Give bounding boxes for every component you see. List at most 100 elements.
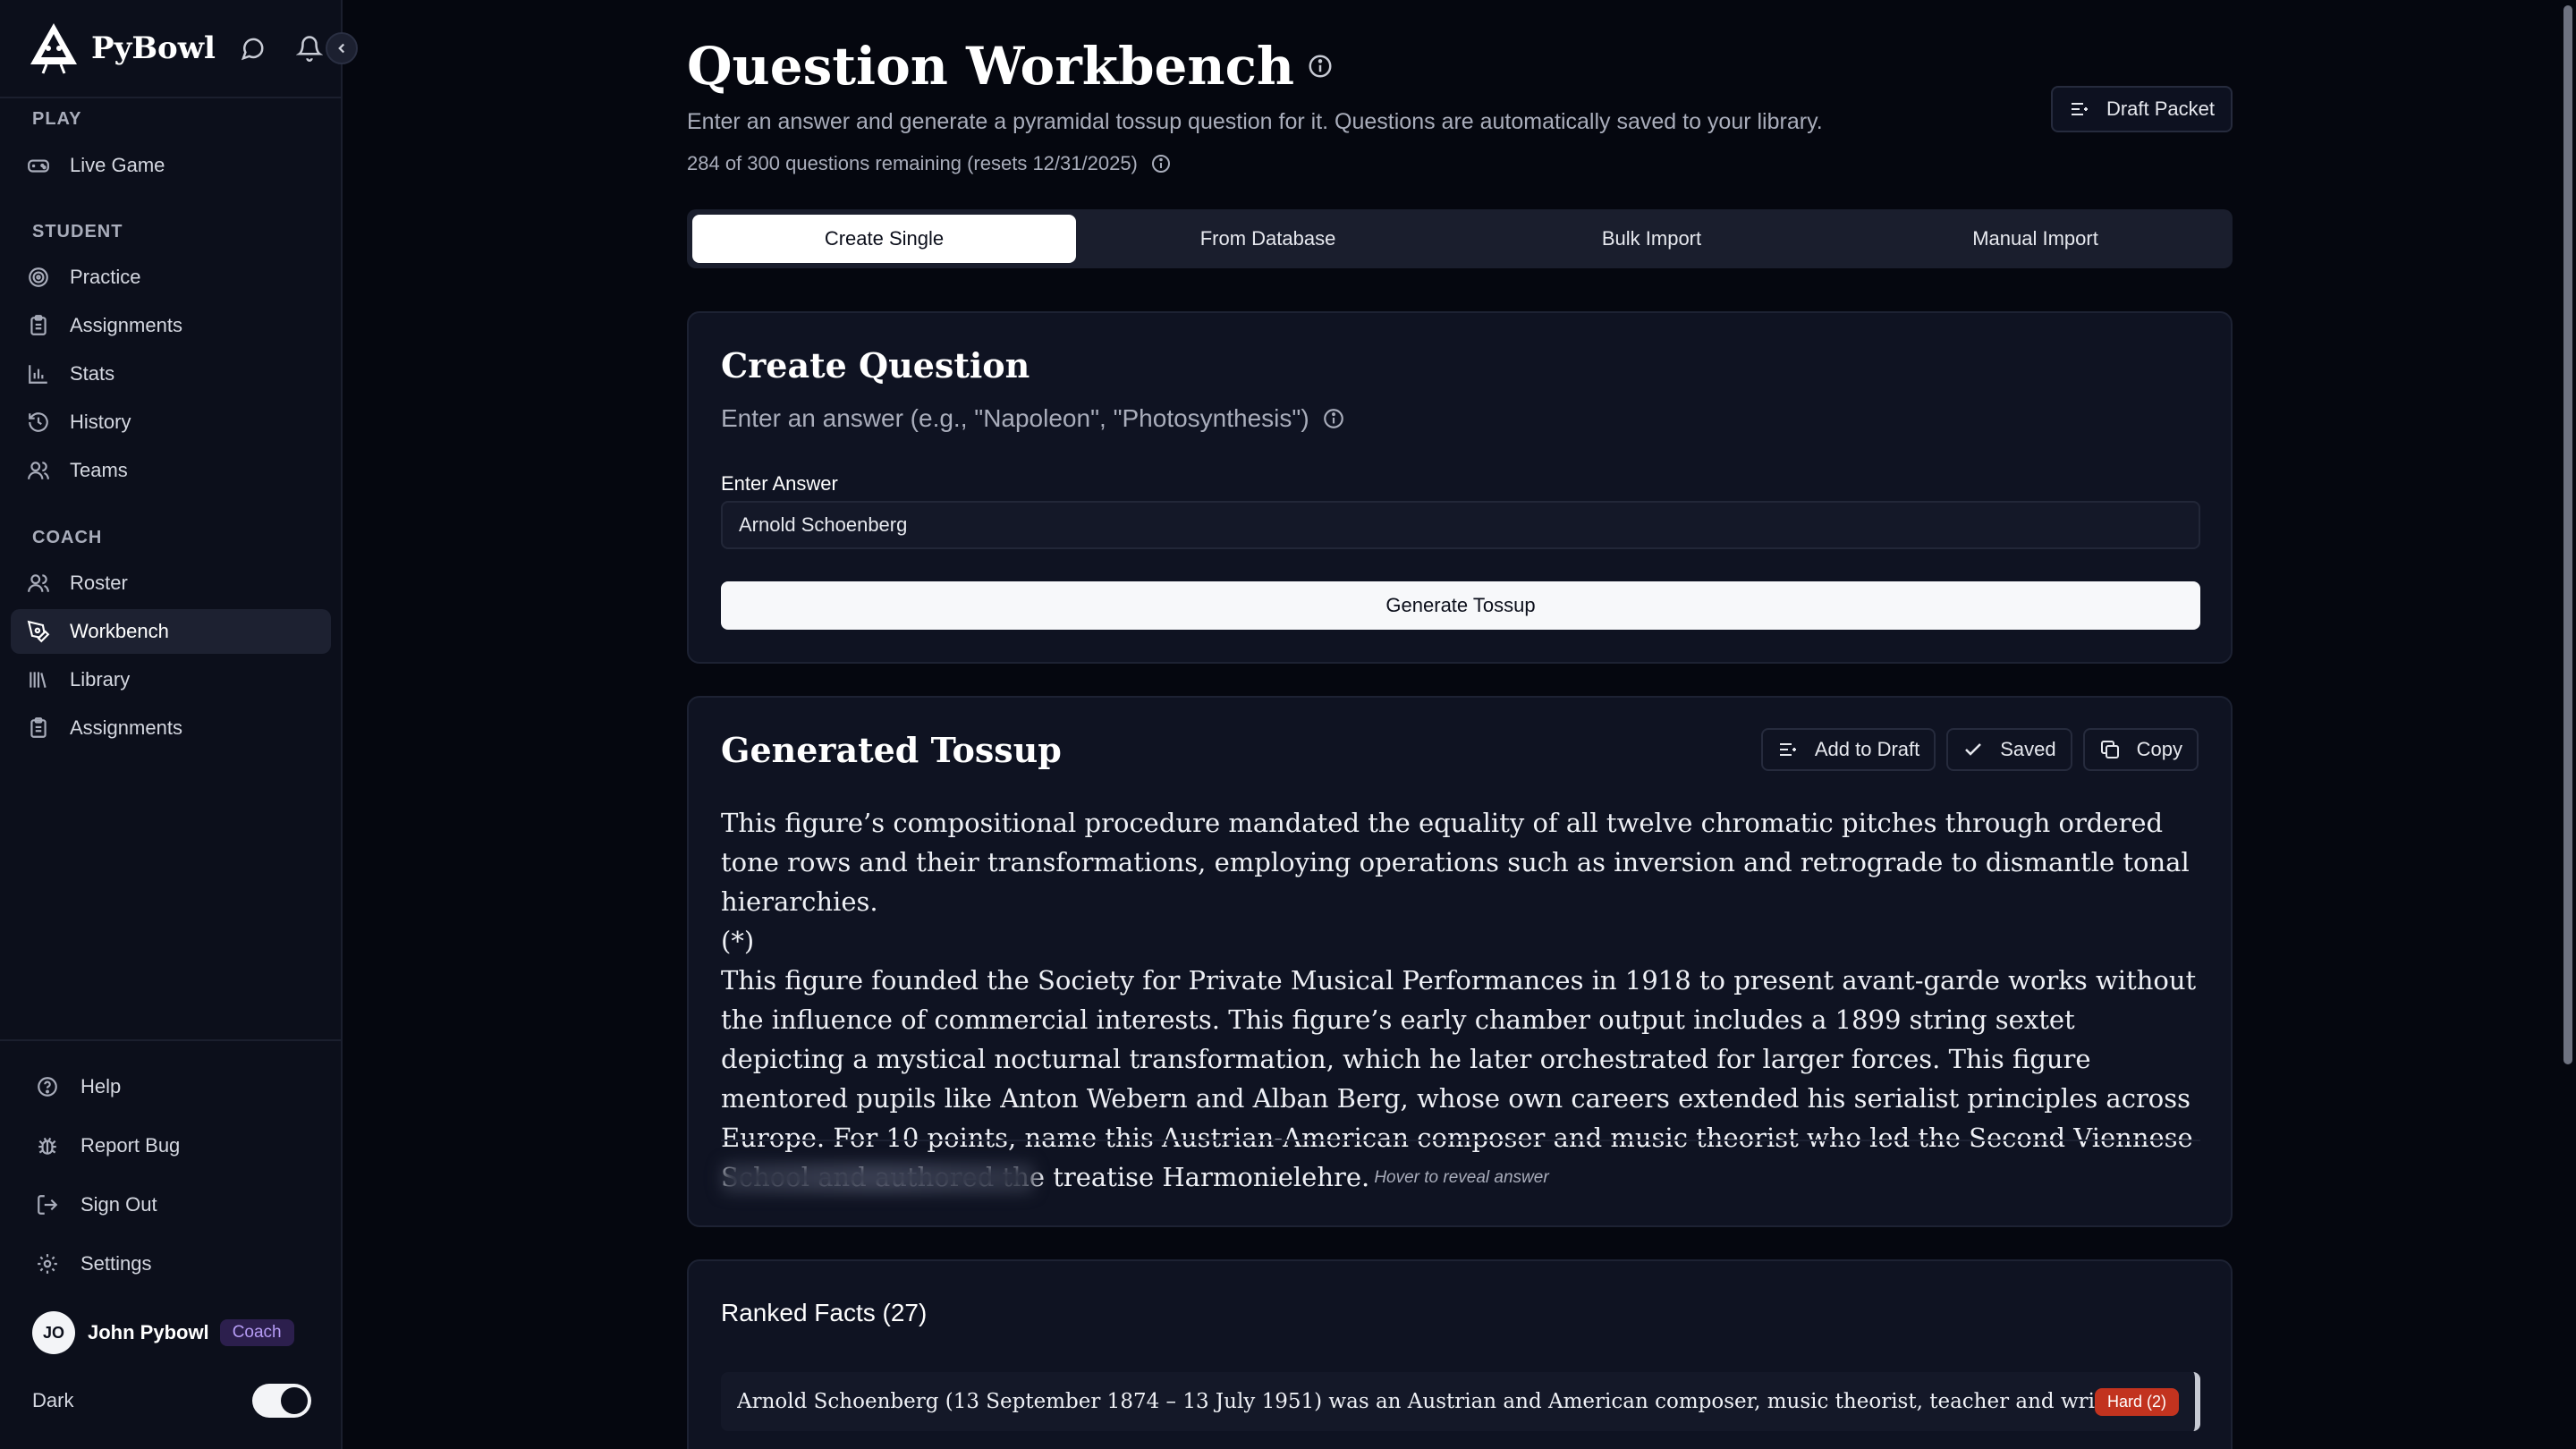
- page-title: Question Workbench: [687, 36, 1334, 97]
- brand: PyBowl: [25, 20, 329, 77]
- collapse-sidebar-button[interactable]: [326, 32, 358, 64]
- gear-icon: [38, 1254, 57, 1274]
- saved-button[interactable]: Saved: [1946, 728, 2072, 771]
- help-button[interactable]: Help: [21, 1064, 326, 1109]
- reveal-hint: Hover to reveal answer: [1374, 1168, 1549, 1187]
- section-label-student: STUDENT: [32, 222, 123, 242]
- sidebar-item-roster[interactable]: Roster: [11, 561, 331, 606]
- sidebar-item-history[interactable]: History: [11, 400, 331, 445]
- tossup-text: This figure’s compositional procedure ma…: [721, 803, 2200, 1197]
- help-label: Help: [80, 1075, 122, 1097]
- sidebar-item-workbench[interactable]: Workbench: [11, 609, 331, 654]
- section-label-play: PLAY: [32, 109, 82, 129]
- sidebar-item-teams[interactable]: Teams: [11, 448, 331, 493]
- sidebar-item-label: Roster: [70, 572, 128, 594]
- bar-chart-icon: [29, 365, 47, 384]
- tab-manual-import[interactable]: Manual Import: [1843, 215, 2227, 263]
- sidebar-divider: [0, 1039, 343, 1041]
- sidebar-item-label: Live Game: [70, 154, 165, 176]
- info-icon[interactable]: [1150, 153, 1172, 174]
- list-plus-icon: [2071, 103, 2088, 115]
- pybowl-logo-icon[interactable]: [25, 20, 82, 77]
- sidebar-item-assignments[interactable]: Assignments: [11, 303, 331, 348]
- generate-tossup-button[interactable]: Generate Tossup: [721, 581, 2200, 630]
- pen-tool-icon: [27, 620, 50, 643]
- target-icon: [29, 267, 48, 287]
- ranked-facts-card: Ranked Facts (27) Arnold Schoenberg (13 …: [687, 1259, 2233, 1449]
- theme-row: Dark: [32, 1383, 311, 1419]
- copy-label: Copy: [2136, 738, 2182, 760]
- draft-packet-button[interactable]: Draft Packet: [2050, 86, 2233, 132]
- settings-label: Settings: [80, 1252, 152, 1275]
- draft-packet-label: Draft Packet: [2106, 97, 2215, 120]
- settings-button[interactable]: Settings: [21, 1241, 326, 1286]
- gamepad-icon: [28, 159, 49, 173]
- sidebar-divider: [0, 97, 343, 98]
- sidebar-item-label: Workbench: [70, 620, 169, 642]
- page-title-text: Question Workbench: [687, 36, 1295, 97]
- tossup-power-part: This figure’s compositional procedure ma…: [721, 808, 2190, 917]
- power-mark: (*): [721, 926, 755, 956]
- sidebar-item-library[interactable]: Library: [11, 657, 331, 702]
- copy-button[interactable]: Copy: [2082, 728, 2199, 771]
- clipboard-icon: [30, 315, 47, 335]
- toggle-knob: [281, 1387, 308, 1414]
- quota-label: 284 of 300 questions remaining (resets 1…: [687, 152, 1138, 174]
- sidebar-item-label: Assignments: [70, 716, 182, 739]
- sidebar-item-practice[interactable]: Practice: [11, 255, 331, 300]
- chevron-left-icon: [338, 43, 345, 54]
- add-to-draft-button[interactable]: Add to Draft: [1760, 728, 1936, 771]
- ranked-facts-title: Ranked Facts (27): [721, 1299, 928, 1326]
- sidebar-item-live-game[interactable]: Live Game: [11, 143, 331, 188]
- tossup-actions: Add to Draft Saved Copy: [1760, 728, 2199, 771]
- answer-input[interactable]: [721, 501, 2200, 549]
- info-icon[interactable]: [1307, 53, 1334, 80]
- sidebar-item-label: Teams: [70, 459, 128, 481]
- sidebar-item-coach-assignments[interactable]: Assignments: [11, 706, 331, 750]
- bell-icon[interactable]: [295, 35, 323, 62]
- tab-from-database[interactable]: From Database: [1076, 215, 1460, 263]
- avatar: JO: [32, 1311, 75, 1354]
- sign-out-button[interactable]: Sign Out: [21, 1182, 326, 1227]
- create-question-card: Create Question Enter an answer (e.g., "…: [687, 311, 2233, 664]
- clipboard-icon: [30, 717, 47, 738]
- users-icon: [28, 574, 49, 592]
- bug-icon: [38, 1137, 56, 1155]
- add-to-draft-label: Add to Draft: [1814, 738, 1920, 760]
- brand-name: PyBowl: [91, 30, 216, 66]
- saved-label: Saved: [2000, 738, 2056, 760]
- sidebar: PyBowl PLAY Live Game STUDENT Practice A…: [0, 0, 343, 1449]
- section-label-coach: COACH: [32, 528, 103, 547]
- sidebar-item-label: Stats: [70, 362, 115, 385]
- tab-bulk-import[interactable]: Bulk Import: [1460, 215, 1843, 263]
- create-hint-text: Enter an answer (e.g., "Napoleon", "Phot…: [721, 404, 1309, 432]
- role-badge: Coach: [219, 1319, 294, 1346]
- tab-create-single[interactable]: Create Single: [692, 215, 1076, 263]
- help-circle-icon: [38, 1077, 57, 1097]
- chat-icon[interactable]: [239, 35, 266, 62]
- library-icon: [30, 672, 47, 688]
- user-profile[interactable]: JO John Pybowl Coach: [32, 1310, 294, 1355]
- fact-text: Arnold Schoenberg (13 September 1874 – 1…: [737, 1390, 2095, 1413]
- theme-label: Dark: [32, 1389, 74, 1411]
- tossup-rest: This figure founded the Society for Priv…: [721, 965, 2197, 1192]
- copy-icon: [2100, 741, 2119, 758]
- info-icon[interactable]: [1322, 407, 1345, 430]
- list-item[interactable]: Arnold Schoenberg (13 September 1874 – 1…: [721, 1372, 2200, 1431]
- dark-mode-toggle[interactable]: [252, 1384, 311, 1418]
- users-icon: [28, 462, 49, 479]
- report-bug-button[interactable]: Report Bug: [21, 1123, 326, 1168]
- sidebar-item-label: History: [70, 411, 131, 433]
- sign-out-label: Sign Out: [80, 1193, 157, 1216]
- divider: [721, 1140, 2200, 1141]
- user-name: John Pybowl: [88, 1321, 209, 1343]
- answer-field-label: Enter Answer: [721, 472, 838, 495]
- card-title: Create Question: [721, 345, 1030, 386]
- difficulty-badge: Hard (2): [2094, 1387, 2179, 1416]
- sidebar-item-stats[interactable]: Stats: [11, 352, 331, 396]
- page-scrollbar-thumb[interactable]: [2563, 5, 2572, 1064]
- log-out-icon: [38, 1195, 58, 1215]
- sidebar-item-label: Practice: [70, 266, 141, 288]
- card-title: Generated Tossup: [721, 730, 1062, 770]
- check-icon: [1965, 743, 1982, 756]
